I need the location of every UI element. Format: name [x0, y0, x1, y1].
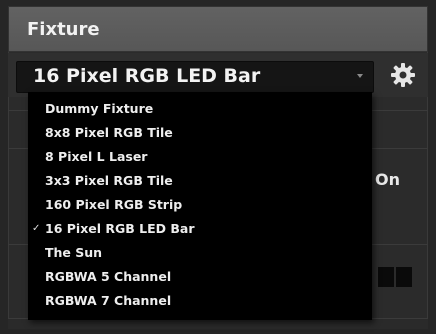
swatch	[378, 267, 394, 287]
menu-item-label: RGBWA 7 Channel	[45, 293, 172, 308]
menu-item[interactable]: 3x3 Pixel RGB Tile	[28, 169, 372, 193]
on-label: On	[375, 170, 400, 189]
fixture-select[interactable]: 16 Pixel RGB LED Bar	[16, 61, 374, 93]
fixture-panel: Fixture 16 Pixel RGB LED Bar On Dummy Fi…	[0, 0, 436, 334]
checkmark-icon: ✓	[32, 223, 41, 234]
chevron-down-icon	[357, 74, 363, 78]
menu-item[interactable]: The Sun	[28, 241, 372, 265]
menu-item-label: 160 Pixel RGB Strip	[45, 197, 183, 212]
menu-item[interactable]: 160 Pixel RGB Strip	[28, 193, 372, 217]
menu-item[interactable]: RGBWA 5 Channel	[28, 265, 372, 289]
menu-item[interactable]: Dummy Fixture	[28, 97, 372, 121]
swatch	[396, 267, 412, 287]
menu-item-label: 3x3 Pixel RGB Tile	[45, 173, 173, 188]
fixture-select-value: 16 Pixel RGB LED Bar	[33, 65, 261, 87]
menu-item-label: The Sun	[45, 245, 103, 260]
menu-item-label: RGBWA 5 Channel	[45, 269, 172, 284]
menu-item-label: 8 Pixel L Laser	[45, 149, 148, 164]
color-swatches	[378, 267, 414, 291]
gear-icon[interactable]	[390, 62, 416, 88]
menu-item[interactable]: 8x8 Pixel RGB Tile	[28, 121, 372, 145]
panel-title: Fixture	[27, 19, 100, 40]
menu-item-label: 8x8 Pixel RGB Tile	[45, 125, 173, 140]
fixture-dropdown-menu: Dummy Fixture 8x8 Pixel RGB Tile 8 Pixel…	[28, 92, 372, 320]
menu-item-selected[interactable]: ✓ 16 Pixel RGB LED Bar	[28, 217, 372, 241]
menu-item-label: Dummy Fixture	[45, 101, 154, 116]
menu-item[interactable]: 8 Pixel L Laser	[28, 145, 372, 169]
panel-header: Fixture	[8, 6, 428, 52]
menu-item-label: 16 Pixel RGB LED Bar	[45, 221, 195, 236]
menu-item[interactable]: RGBWA 7 Channel	[28, 289, 372, 313]
